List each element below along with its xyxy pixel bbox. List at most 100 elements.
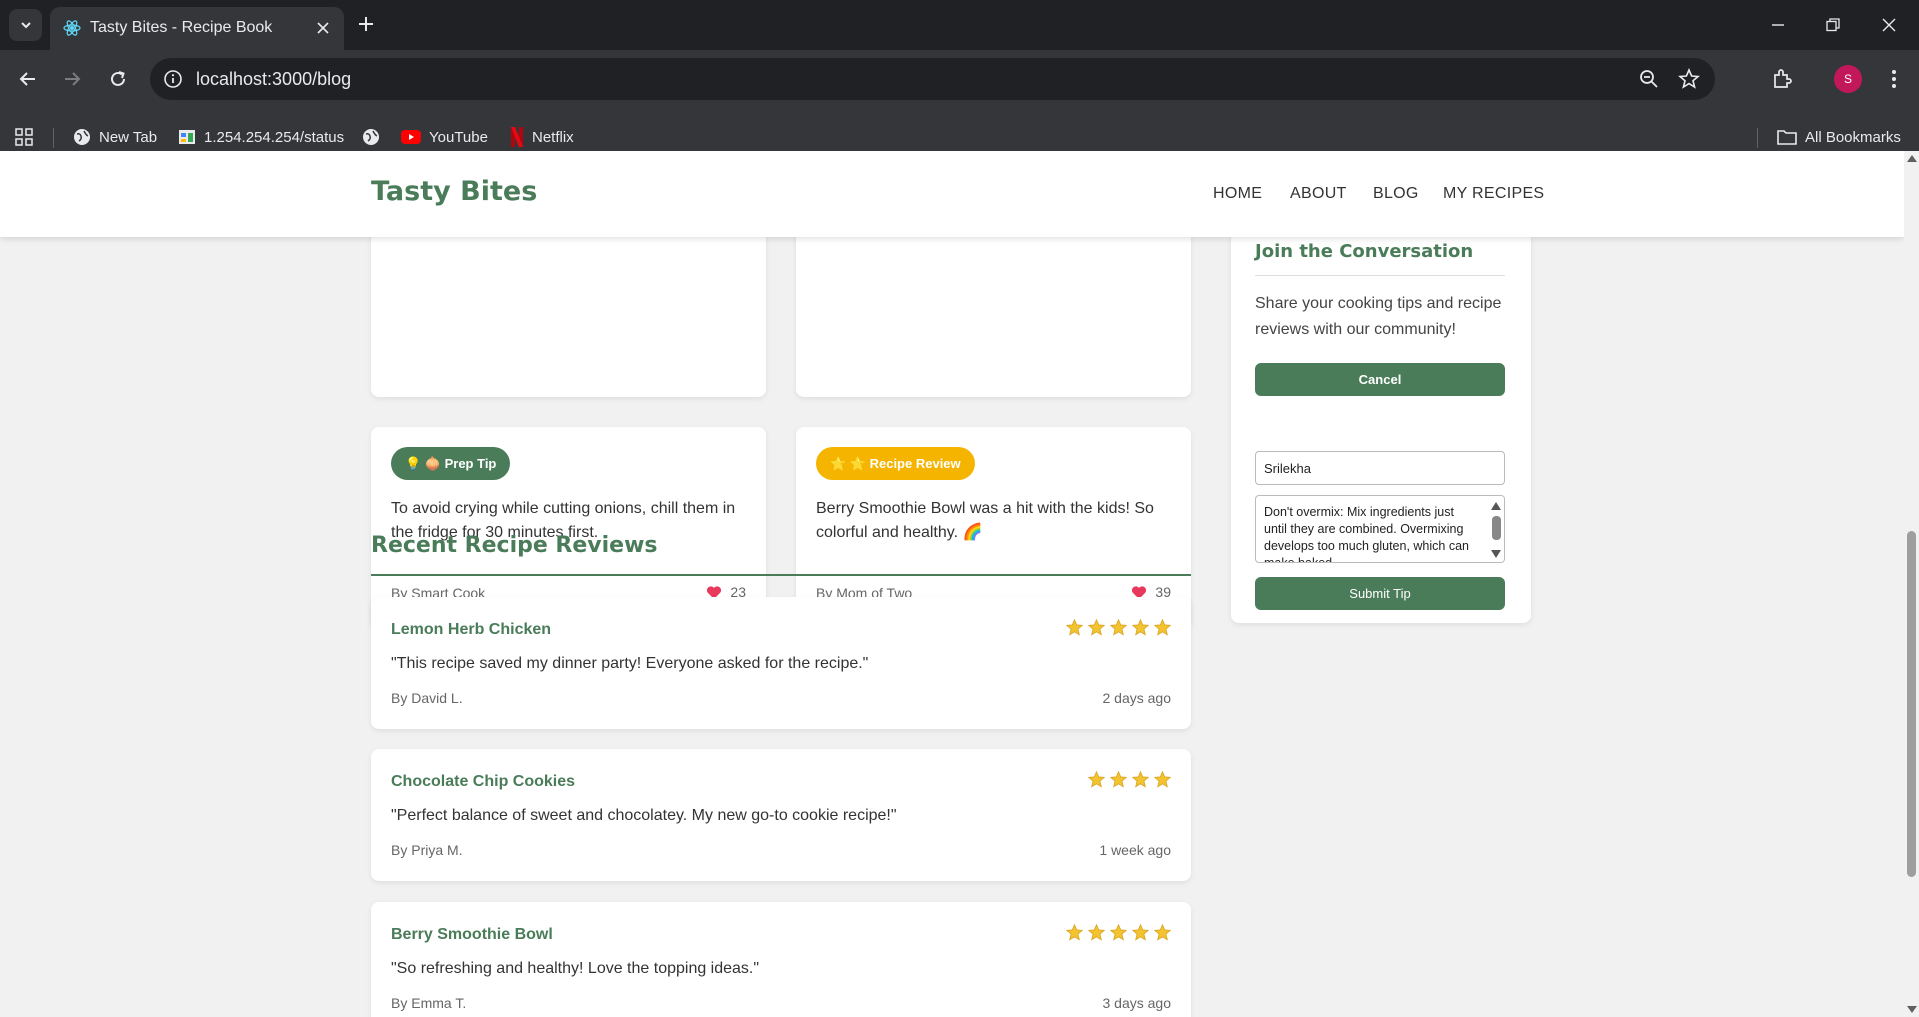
bookmarks-bar: New Tab 1.254.254.254/status YouTube Net… — [0, 116, 1919, 156]
scroll-up-arrow-icon[interactable] — [1907, 155, 1917, 162]
join-conversation-card: Join the Conversation Share your cooking… — [1231, 191, 1531, 623]
scroll-down-arrow-icon[interactable] — [1907, 1006, 1917, 1013]
plus-icon — [359, 17, 373, 31]
address-bar[interactable]: localhost:3000/blog — [150, 58, 1715, 100]
star-icon — [1154, 619, 1171, 636]
star-icon — [1088, 619, 1105, 636]
star-icon — [1154, 771, 1171, 788]
zoom-icon[interactable] — [1638, 68, 1660, 90]
reload-icon — [111, 71, 125, 86]
tip-textarea-content: Don't overmix: Mix ingredients just unti… — [1264, 505, 1469, 563]
bookmarks-divider — [1757, 128, 1758, 148]
star-icon — [1110, 771, 1127, 788]
nav-home[interactable]: HOME — [1213, 185, 1262, 203]
profile-avatar[interactable]: S — [1834, 65, 1862, 93]
bookmark-netflix[interactable]: Netflix — [510, 126, 574, 148]
bookmark-label: New Tab — [99, 128, 158, 146]
apps-grid-icon[interactable] — [14, 126, 34, 148]
submit-tip-button[interactable]: Submit Tip — [1255, 577, 1505, 610]
star-icon — [1066, 619, 1083, 636]
nav-my-recipes[interactable]: MY RECIPES — [1443, 185, 1544, 203]
review-author: By Priya M. — [391, 842, 463, 858]
sidebar-divider — [1255, 275, 1505, 276]
youtube-icon — [401, 130, 421, 144]
review-recipe-title[interactable]: Chocolate Chip Cookies — [391, 773, 575, 791]
review-author: By David L. — [391, 690, 463, 706]
browser-tab-bar: Tasty Bites - Recipe Book — [0, 0, 1919, 50]
review-date: 1 week ago — [1099, 842, 1171, 858]
sidebar-description: Share your cooking tips and recipe revie… — [1255, 295, 1502, 338]
site-header: Tasty Bites HOME ABOUT BLOG MY RECIPES — [0, 151, 1904, 237]
bookmark-label: 1.254.254.254/status — [204, 128, 345, 146]
tip-category-badge: ⭐ ⭐ Recipe Review — [816, 447, 975, 480]
review-rating — [1061, 619, 1171, 636]
star-icon — [1132, 771, 1149, 788]
site-logo[interactable]: Tasty Bites — [371, 176, 537, 207]
tip-category-badge: 💡 🧅 Prep Tip — [391, 447, 511, 480]
scroll-thumb[interactable] — [1492, 516, 1501, 540]
review-text: "So refreshing and healthy! Love the top… — [391, 960, 760, 977]
bookmark-new-tab[interactable]: New Tab — [73, 126, 157, 148]
bookmarks-divider — [53, 128, 54, 148]
star-icon — [1066, 924, 1083, 941]
star-icon — [1088, 924, 1105, 941]
review-recipe-title[interactable]: Berry Smoothie Bowl — [391, 926, 553, 944]
all-bookmarks-button[interactable]: All Bookmarks — [1777, 126, 1901, 148]
page-scrollbar[interactable] — [1904, 151, 1919, 1017]
tip-textarea[interactable]: Don't overmix: Mix ingredients just unti… — [1255, 495, 1505, 563]
review-text: "This recipe saved my dinner party! Ever… — [391, 655, 869, 672]
textarea-scrollbar[interactable] — [1488, 496, 1504, 562]
restore-button[interactable] — [1820, 12, 1846, 38]
page-scroll-thumb[interactable] — [1907, 531, 1916, 877]
globe-icon — [363, 129, 379, 145]
bookmark-label: YouTube — [429, 128, 488, 146]
nav-about[interactable]: ABOUT — [1290, 185, 1347, 203]
reload-button[interactable] — [103, 64, 133, 94]
star-icon — [1132, 619, 1149, 636]
bookmark-label: Netflix — [532, 128, 574, 146]
react-icon — [63, 20, 81, 36]
close-icon — [317, 22, 329, 34]
arrow-left-icon — [19, 72, 35, 86]
more-vertical-icon — [1892, 70, 1896, 88]
review-card: Lemon Herb Chicken "This recipe saved my… — [371, 597, 1191, 729]
star-icon — [1132, 924, 1149, 941]
star-icon — [1110, 924, 1127, 941]
info-icon[interactable] — [162, 68, 184, 90]
restore-icon — [1826, 18, 1840, 32]
new-tab-button[interactable] — [354, 12, 378, 36]
browser-tab-active[interactable]: Tasty Bites - Recipe Book — [50, 7, 344, 50]
star-icon — [1154, 924, 1171, 941]
star-icon — [1110, 619, 1127, 636]
review-date: 2 days ago — [1102, 690, 1172, 706]
section-divider — [371, 574, 1191, 576]
section-title: Recent Recipe Reviews — [371, 533, 658, 558]
star-icon — [1088, 771, 1105, 788]
scroll-up-arrow-icon[interactable] — [1491, 502, 1501, 510]
all-bookmarks-label: All Bookmarks — [1805, 128, 1901, 146]
minimize-button[interactable] — [1765, 12, 1791, 38]
browser-menu-button[interactable] — [1880, 65, 1908, 93]
close-window-button[interactable] — [1876, 12, 1902, 38]
bookmark-globe[interactable] — [362, 126, 388, 148]
close-icon — [1882, 18, 1896, 32]
sidebar-title: Join the Conversation — [1255, 241, 1474, 262]
tab-close-button[interactable] — [312, 17, 334, 39]
review-recipe-title[interactable]: Lemon Herb Chicken — [391, 621, 551, 639]
back-button[interactable] — [13, 64, 43, 94]
tab-title: Tasty Bites - Recipe Book — [90, 19, 273, 36]
arrow-right-icon — [65, 72, 81, 86]
url-text: localhost:3000/blog — [196, 69, 352, 89]
bookmark-star-icon[interactable] — [1678, 68, 1700, 90]
review-date: 3 days ago — [1102, 995, 1172, 1011]
bookmark-youtube[interactable]: YouTube — [401, 126, 488, 148]
extensions-icon[interactable] — [1768, 65, 1796, 93]
scroll-down-arrow-icon[interactable] — [1491, 550, 1501, 558]
nav-blog[interactable]: BLOG — [1373, 185, 1419, 203]
tip-text: Berry Smoothie Bowl was a hit with the k… — [816, 500, 1154, 541]
bookmark-router-status[interactable]: 1.254.254.254/status — [178, 126, 344, 148]
tab-search-button[interactable] — [9, 9, 42, 41]
name-input[interactable] — [1255, 451, 1505, 485]
cancel-button[interactable]: Cancel — [1255, 363, 1505, 396]
forward-button[interactable] — [57, 64, 87, 94]
